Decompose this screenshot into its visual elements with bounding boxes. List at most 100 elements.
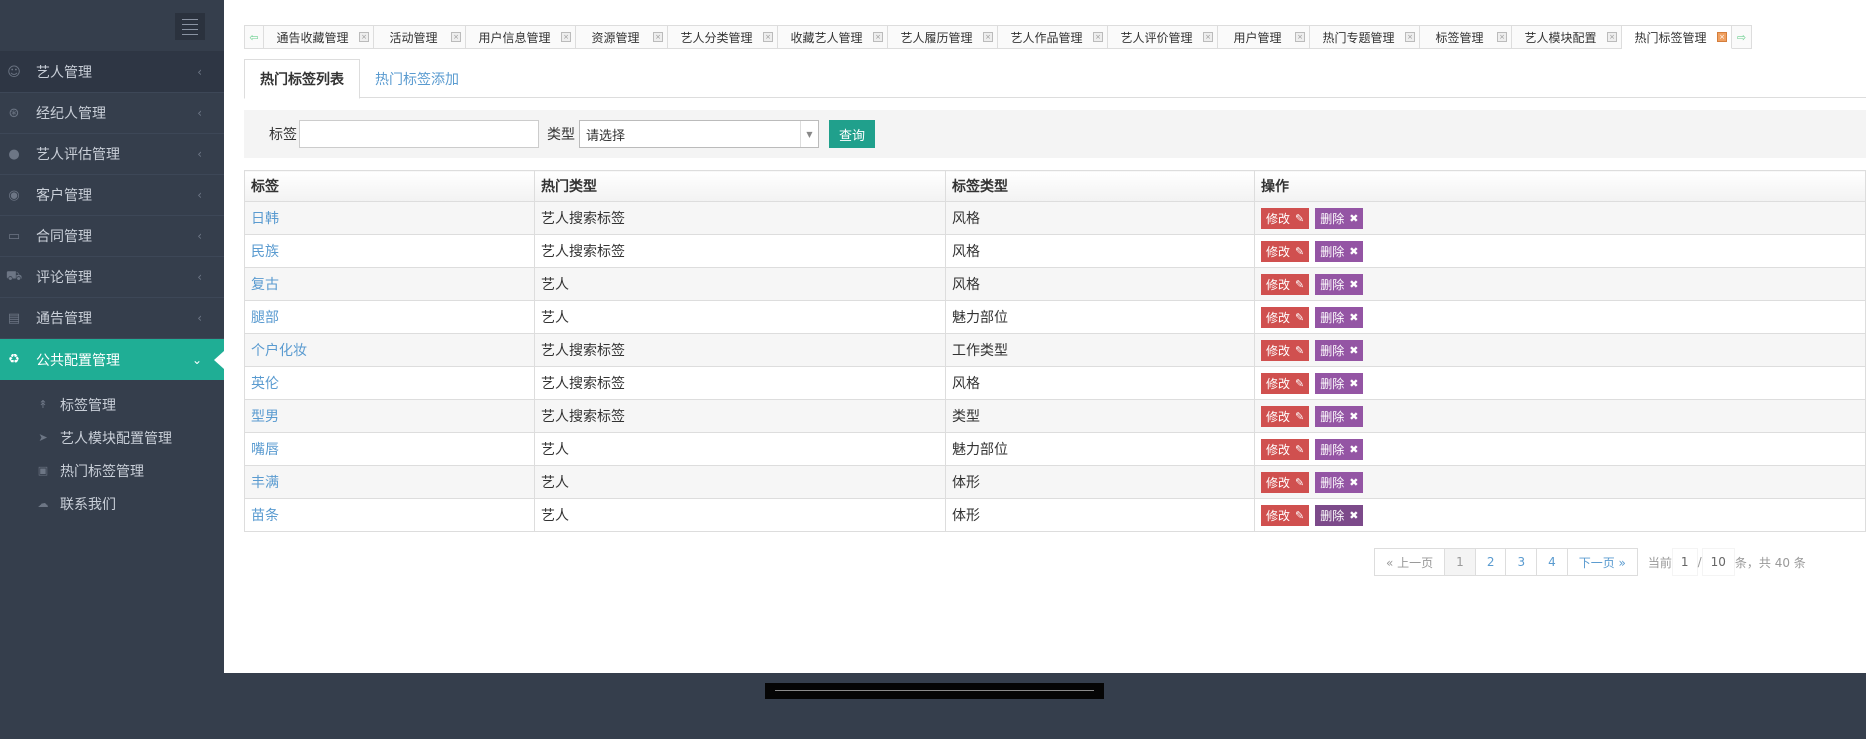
sidebar-subitem[interactable]: ☁ 联系我们 [0, 487, 224, 520]
header-tag-type: 标签类型 [945, 170, 1255, 202]
sidebar-item[interactable]: ● 艺人评估管理 ‹ [0, 134, 224, 175]
close-icon[interactable]: × [561, 32, 571, 42]
page-tab[interactable]: 艺人评价管理 × [1108, 25, 1218, 49]
sidebar-item[interactable]: ⊛ 经纪人管理 ‹ [0, 93, 224, 134]
next-page-button[interactable]: 下一页 » [1566, 548, 1638, 576]
tag-link[interactable]: 丰满 [251, 475, 279, 491]
tag-search-input[interactable] [299, 120, 539, 148]
page-tab-label: 艺人履历管理 [900, 30, 973, 45]
sidebar-subitem[interactable]: ↟ 标签管理 [0, 388, 224, 421]
close-icon[interactable]: × [653, 32, 663, 42]
page-tab[interactable]: 艺人履历管理 × [888, 25, 998, 49]
cell-actions: 修改 ✎ 删除 ✖ [1254, 399, 1866, 433]
subtab[interactable]: 热门标签列表 [244, 59, 360, 99]
edit-button[interactable]: 修改 ✎ [1261, 372, 1310, 394]
query-button[interactable]: 查询 [829, 120, 876, 148]
edit-button[interactable]: 修改 ✎ [1261, 240, 1310, 262]
sidebar-item[interactable]: ☺ 艺人管理 ‹ [0, 52, 224, 93]
tag-link[interactable]: 民族 [251, 244, 279, 260]
close-icon: ✖ [1349, 211, 1359, 225]
sidebar-item[interactable]: ⛟ 评论管理 ‹ [0, 257, 224, 298]
table-row: 嘴唇 艺人 魅力部位 修改 ✎ 删除 ✖ [244, 432, 1866, 466]
sidebar-item[interactable]: ▤ 通告管理 ‹ [0, 298, 224, 339]
edit-button[interactable]: 修改 ✎ [1261, 207, 1310, 229]
tag-link[interactable]: 复古 [251, 277, 279, 293]
page-tab[interactable]: 艺人作品管理 × [998, 25, 1108, 49]
edit-button[interactable]: 修改 ✎ [1261, 438, 1310, 460]
page-button[interactable]: 4 [1536, 548, 1568, 576]
cell-tag-type: 风格 [945, 201, 1255, 235]
page-tab[interactable]: 通告收藏管理 × [264, 25, 374, 49]
close-icon[interactable]: × [1093, 32, 1103, 42]
sidebar-item-label: 客户管理 [36, 188, 92, 204]
subtab[interactable]: 热门标签添加 [360, 59, 474, 98]
sidebar-subitem[interactable]: ➤ 艺人模块配置管理 [0, 421, 224, 454]
total-text: 条，共 40 条 [1734, 555, 1806, 570]
sidebar-item-label: 公共配置管理 [36, 352, 120, 369]
delete-button[interactable]: 删除 ✖ [1315, 240, 1364, 262]
sidebar-subitem-label: 艺人模块配置管理 [60, 430, 172, 447]
close-icon[interactable]: × [873, 32, 883, 42]
tag-link[interactable]: 嘴唇 [251, 442, 279, 458]
edit-button[interactable]: 修改 ✎ [1261, 273, 1310, 295]
page-tab[interactable]: 热门专题管理 × [1310, 25, 1420, 49]
edit-button[interactable]: 修改 ✎ [1261, 405, 1310, 427]
delete-button[interactable]: 删除 ✖ [1315, 372, 1364, 394]
close-icon[interactable]: × [763, 32, 773, 42]
delete-button[interactable]: 删除 ✖ [1315, 339, 1364, 361]
delete-button[interactable]: 删除 ✖ [1315, 207, 1364, 229]
delete-button[interactable]: 删除 ✖ [1315, 405, 1364, 427]
page-tab[interactable]: 热门标签管理 × [1622, 25, 1732, 49]
prev-page-button[interactable]: « 上一页 [1374, 548, 1446, 576]
edit-button[interactable]: 修改 ✎ [1261, 306, 1310, 328]
tag-link[interactable]: 日韩 [251, 211, 279, 227]
close-icon[interactable]: × [1497, 32, 1507, 42]
type-select[interactable]: 请选择 ▼ [579, 120, 819, 148]
page-tab[interactable]: 资源管理 × [576, 25, 668, 49]
close-icon[interactable]: × [359, 32, 369, 42]
delete-button[interactable]: 删除 ✖ [1315, 504, 1364, 526]
page-tab[interactable]: 活动管理 × [374, 25, 466, 49]
close-icon[interactable]: × [1295, 32, 1305, 42]
delete-button[interactable]: 删除 ✖ [1315, 471, 1364, 493]
tag-link[interactable]: 腿部 [251, 310, 279, 326]
delete-button[interactable]: 删除 ✖ [1315, 438, 1364, 460]
page-size-input[interactable]: 10 [1701, 548, 1735, 576]
edit-button[interactable]: 修改 ✎ [1261, 504, 1310, 526]
tag-link[interactable]: 个户化妆 [251, 343, 307, 359]
tab-scroll-left-icon[interactable]: ⇦ [244, 25, 264, 49]
delete-button[interactable]: 删除 ✖ [1315, 306, 1364, 328]
page-tab[interactable]: 用户信息管理 × [466, 25, 576, 49]
close-icon[interactable]: × [1405, 32, 1415, 42]
tab-scroll-right-icon[interactable]: ⇨ [1732, 25, 1752, 49]
close-icon[interactable]: × [451, 32, 461, 42]
tag-link[interactable]: 苗条 [251, 508, 279, 524]
page-tab[interactable]: 标签管理 × [1420, 25, 1512, 49]
edit-button[interactable]: 修改 ✎ [1261, 339, 1310, 361]
page-tab[interactable]: 收藏艺人管理 × [778, 25, 888, 49]
page-button[interactable]: 1 [1444, 548, 1476, 576]
tag-link[interactable]: 英伦 [251, 376, 279, 392]
close-icon: ✖ [1349, 277, 1359, 291]
sidebar-item[interactable]: ♻ 公共配置管理 ⌄ [0, 339, 224, 380]
close-icon[interactable]: × [1203, 32, 1213, 42]
delete-button[interactable]: 删除 ✖ [1315, 273, 1364, 295]
close-icon[interactable]: × [983, 32, 993, 42]
current-page-input[interactable]: 1 [1671, 548, 1698, 576]
edit-button[interactable]: 修改 ✎ [1261, 471, 1310, 493]
sidebar-subitem-label: 热门标签管理 [60, 463, 144, 480]
pagination: « 上一页 1 2 3 4 下一页 » 当前 1/10 条，共 40 条 [1374, 548, 1806, 576]
sidebar-item[interactable]: ▭ 合同管理 ‹ [0, 216, 224, 257]
hamburger-icon[interactable] [175, 13, 205, 40]
hot-tags-table: 标签 热门类型 标签类型 操作 日韩 艺人搜索标签 风格 修改 ✎ 删除 ✖ 民族 艺人搜索标签… [244, 170, 1866, 532]
close-icon[interactable]: × [1607, 32, 1617, 42]
page-button[interactable]: 2 [1474, 548, 1507, 576]
page-tab[interactable]: 艺人模块配置 × [1512, 25, 1622, 49]
close-icon[interactable]: × [1717, 32, 1727, 42]
sidebar-subitem[interactable]: ▣ 热门标签管理 [0, 454, 224, 487]
tag-link[interactable]: 型男 [251, 409, 279, 425]
page-tab[interactable]: 用户管理 × [1218, 25, 1310, 49]
page-button[interactable]: 3 [1505, 548, 1538, 576]
sidebar-item[interactable]: ◉ 客户管理 ‹ [0, 175, 224, 216]
page-tab[interactable]: 艺人分类管理 × [668, 25, 778, 49]
